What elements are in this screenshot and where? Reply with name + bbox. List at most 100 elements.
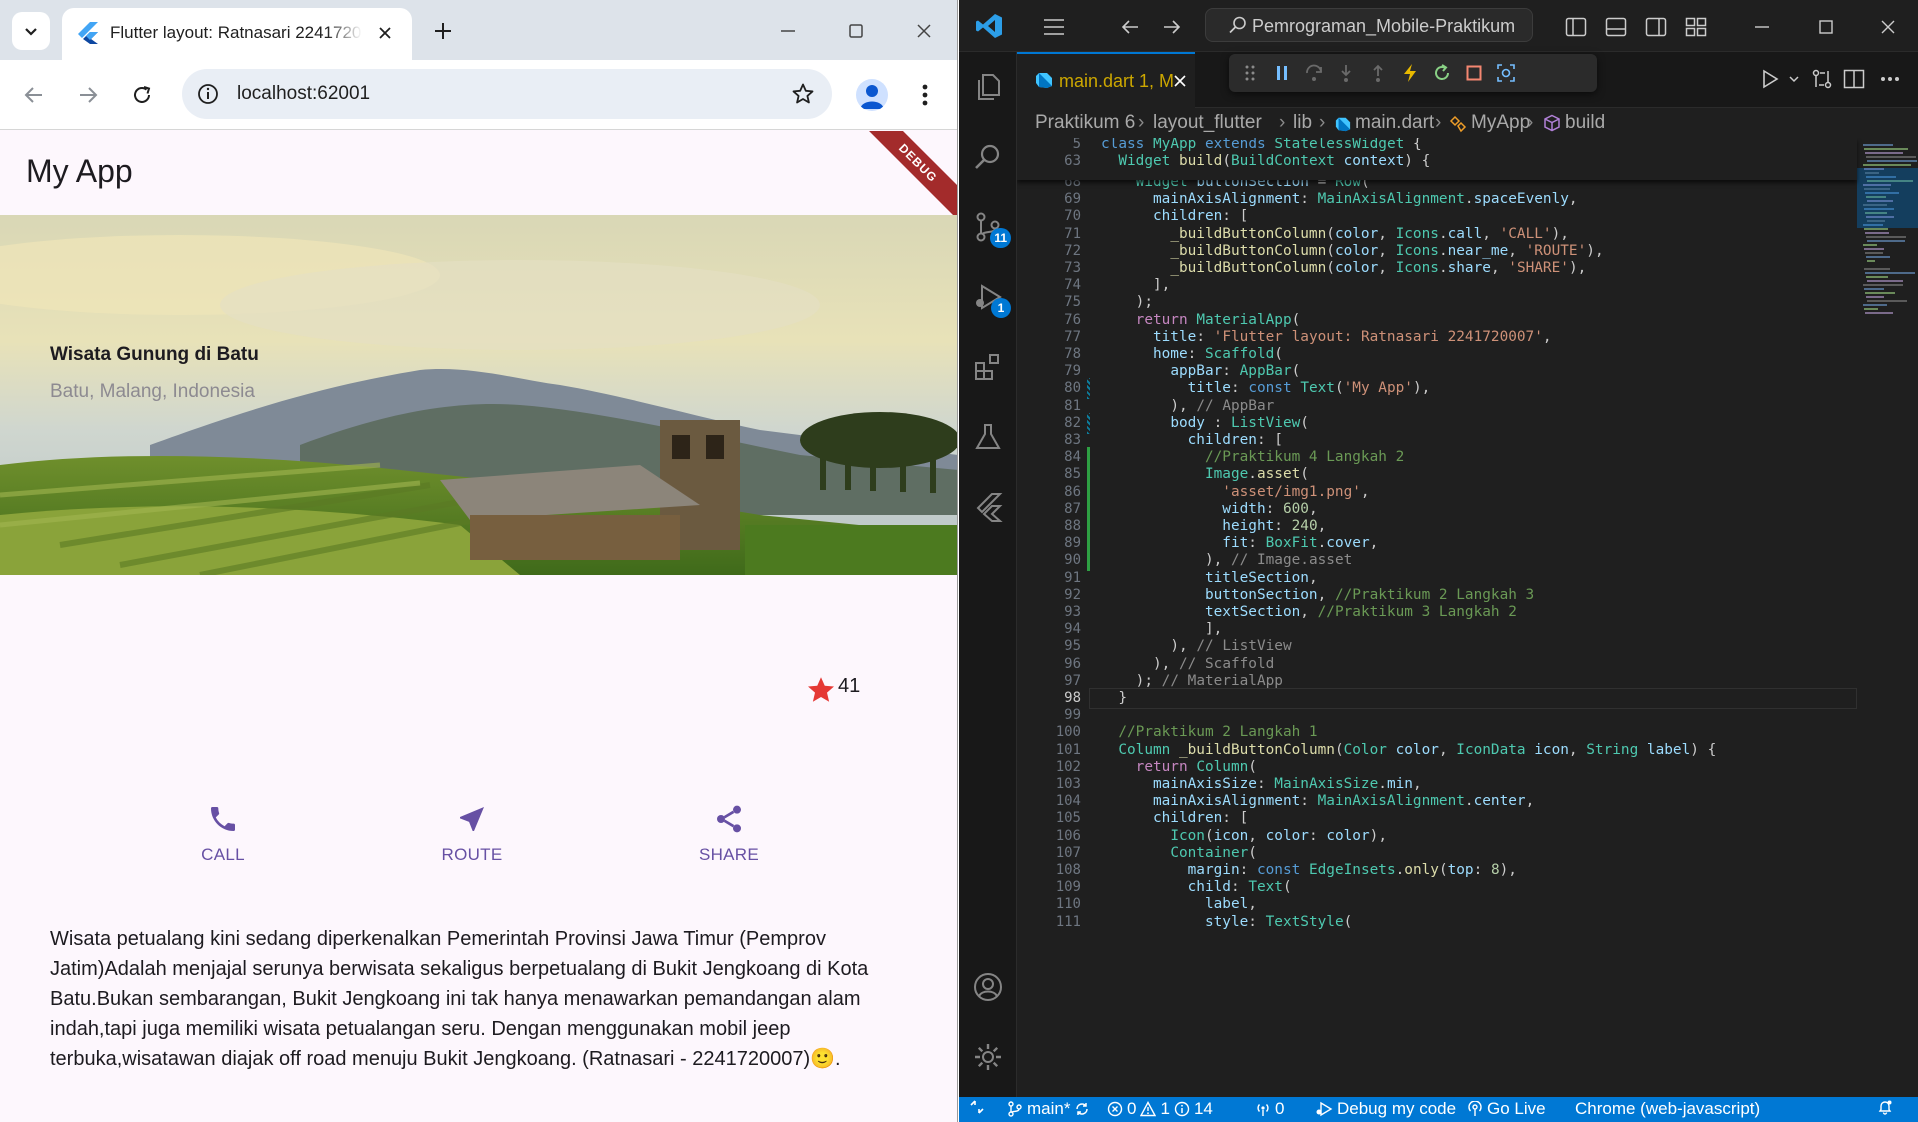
extensions-button[interactable]: [969, 348, 1007, 386]
breadcrumb-separator: ›: [1527, 112, 1534, 133]
back-button[interactable]: [16, 77, 52, 113]
debug-drag-handle[interactable]: [1237, 60, 1263, 86]
toggle-secondary-sidebar-button[interactable]: [1643, 14, 1669, 40]
minimap-line: [1863, 304, 1887, 306]
go-live-status[interactable]: Go Live: [1467, 1099, 1546, 1119]
sticky-line[interactable]: 63 Widget build(BuildContext context) {: [1017, 151, 1857, 172]
sticky-scroll[interactable]: 5 class MyApp extends StatelessWidget {63…: [1017, 138, 1857, 180]
run-button[interactable]: [1757, 66, 1783, 92]
minimap-viewport[interactable]: [1857, 168, 1918, 228]
git-branch-icon: [1008, 1101, 1022, 1117]
nav-back-button[interactable]: [1117, 14, 1143, 40]
debug-step-over-button[interactable]: [1301, 60, 1327, 86]
tab-strip: Flutter layout: Ratnasari 2241720007: [0, 0, 957, 60]
layout-sidebar-left-icon: [1565, 17, 1587, 37]
hamburger-menu-button[interactable]: [1041, 14, 1067, 40]
menu-icon: [1044, 19, 1064, 35]
code-editor[interactable]: 5 class MyApp extends StatelessWidget {63…: [1017, 138, 1918, 1097]
split-editor-button[interactable]: [1841, 66, 1867, 92]
debug-stop-button[interactable]: [1461, 60, 1487, 86]
code-line[interactable]: 111 style: TextStyle(: [1017, 912, 1857, 933]
share-action[interactable]: SHARE: [664, 803, 794, 865]
hot-reload-button[interactable]: [1397, 60, 1423, 86]
flutter-view-button[interactable]: [969, 488, 1007, 526]
widget-inspector-button[interactable]: [1493, 60, 1519, 86]
debug-target-status[interactable]: Debug my code: [1315, 1099, 1456, 1119]
maximize-button[interactable]: [838, 14, 874, 48]
debug-pause-button[interactable]: [1269, 60, 1295, 86]
breadcrumb-item[interactable]: MyApp: [1471, 112, 1530, 134]
manage-button[interactable]: [969, 1038, 1007, 1076]
maximize-icon: [849, 24, 863, 38]
problems-status[interactable]: 0 1 14: [1107, 1099, 1213, 1119]
run-debug-button[interactable]: 1: [969, 278, 1011, 318]
debug-badge: 1: [991, 298, 1011, 318]
info-icon[interactable]: [196, 82, 220, 106]
bookmark-button[interactable]: [790, 81, 816, 107]
arrow-right-icon: [1164, 20, 1181, 34]
notifications-status[interactable]: [1877, 1099, 1893, 1115]
minimap-line: [1865, 152, 1903, 154]
toggle-primary-sidebar-button[interactable]: [1563, 14, 1589, 40]
command-center-search[interactable]: Pemrograman_Mobile-Praktikum: [1205, 8, 1533, 42]
vs-minimize-button[interactable]: [1749, 14, 1775, 40]
vs-maximize-button[interactable]: [1813, 14, 1839, 40]
breadcrumb-item[interactable]: layout_flutter: [1153, 112, 1262, 134]
remote-indicator[interactable]: [969, 1099, 985, 1115]
route-action[interactable]: ROUTE: [407, 803, 537, 865]
person-icon: [860, 85, 884, 109]
nav-forward-button[interactable]: [1159, 14, 1185, 40]
editor-tab-main-dart[interactable]: main.dart 1, M: [1017, 52, 1195, 108]
search-view-button[interactable]: [969, 138, 1007, 176]
device-status[interactable]: Chrome (web-javascript): [1575, 1099, 1760, 1119]
source-control-button[interactable]: 11: [969, 208, 1011, 248]
accounts-button[interactable]: [969, 968, 1007, 1006]
forward-button[interactable]: [70, 77, 106, 113]
call-action[interactable]: CALL: [158, 803, 288, 865]
go-live-label: Go Live: [1487, 1099, 1546, 1118]
more-actions-button[interactable]: [1877, 66, 1903, 92]
customize-layout-button[interactable]: [1683, 14, 1709, 40]
vs-close-button[interactable]: [1875, 14, 1901, 40]
debug-restart-button[interactable]: [1429, 60, 1455, 86]
tab-close-button[interactable]: [374, 22, 396, 44]
testing-button[interactable]: [969, 418, 1007, 456]
open-changes-button[interactable]: [1809, 66, 1835, 92]
debug-step-into-button[interactable]: [1333, 60, 1359, 86]
browser-window: Flutter layout: Ratnasari 2241720007 loc…: [0, 0, 958, 1122]
explorer-button[interactable]: [969, 68, 1007, 106]
breadcrumb-item[interactable]: Praktikum 6: [1035, 112, 1135, 134]
close-icon: [379, 27, 391, 39]
reload-button[interactable]: [124, 77, 160, 113]
minimap-line: [1867, 280, 1903, 282]
minimap-line: [1863, 284, 1903, 286]
browser-tab-active[interactable]: Flutter layout: Ratnasari 2241720007: [62, 8, 412, 60]
minimap-line: [1867, 300, 1907, 302]
tab-search-button[interactable]: [12, 12, 50, 50]
layout-grid-icon: [1685, 17, 1707, 37]
rating-count: 41: [838, 675, 861, 697]
close-window-button[interactable]: [906, 14, 942, 48]
toggle-panel-button[interactable]: [1603, 14, 1629, 40]
route-label: ROUTE: [441, 845, 503, 864]
minimap-line: [1866, 156, 1916, 158]
minimize-button[interactable]: [770, 14, 806, 48]
debug-alt-icon: [1316, 1101, 1333, 1117]
address-bar[interactable]: localhost:62001: [182, 69, 832, 119]
class-icon: [1449, 115, 1467, 133]
run-dropdown-button[interactable]: [1781, 66, 1807, 92]
url-text[interactable]: localhost:62001: [237, 83, 370, 105]
browser-menu-button[interactable]: [912, 78, 938, 112]
git-branch-status[interactable]: main*: [1007, 1099, 1090, 1119]
gear-icon: [975, 1044, 1001, 1070]
new-tab-button[interactable]: [428, 16, 458, 46]
breadcrumb-item[interactable]: lib: [1293, 112, 1312, 134]
ports-status[interactable]: 0: [1255, 1099, 1284, 1119]
breadcrumb-item[interactable]: main.dart: [1355, 112, 1434, 134]
minimap[interactable]: [1857, 138, 1918, 1097]
profile-avatar[interactable]: [856, 79, 888, 111]
browser-toolbar: localhost:62001: [0, 60, 957, 130]
editor-tab-close-button[interactable]: [1171, 72, 1189, 90]
debug-step-out-button[interactable]: [1365, 60, 1391, 86]
breadcrumb-item[interactable]: build: [1565, 112, 1605, 134]
